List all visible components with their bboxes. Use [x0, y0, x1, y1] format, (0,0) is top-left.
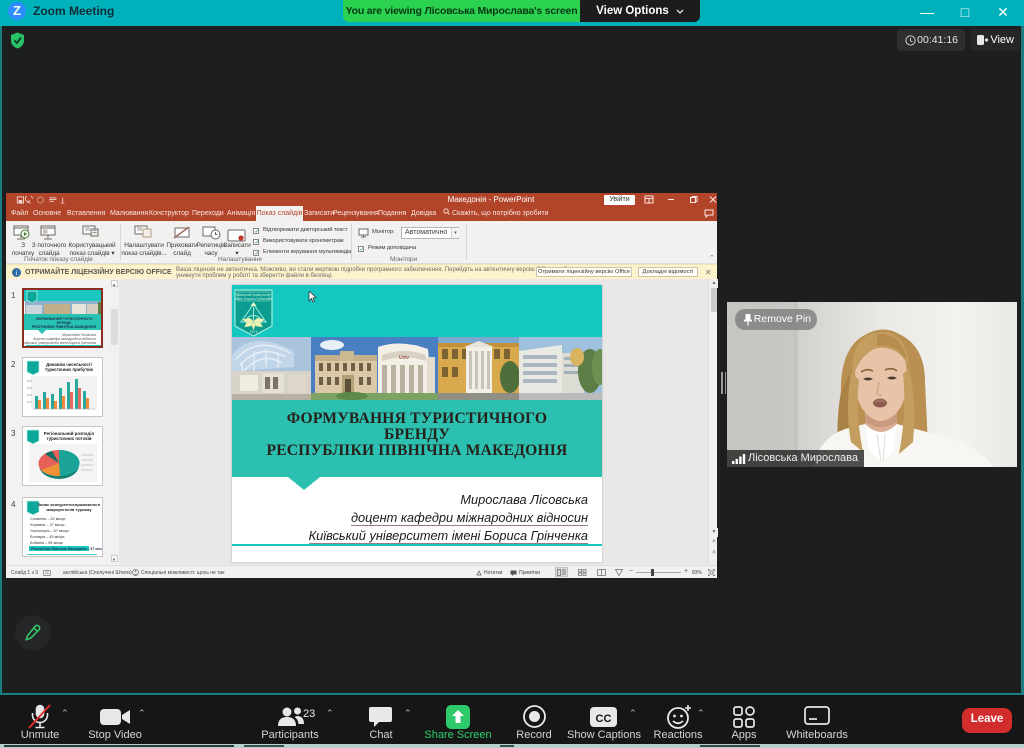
svg-text:2000: 2000 [27, 394, 33, 397]
svg-text:туристичних прибутків: туристичних прибутків [45, 367, 93, 372]
svg-text:CC: CC [596, 713, 612, 725]
svg-text:Київський університет імені Бо: Київський університет імені Бориса Грінч… [24, 341, 96, 345]
svg-text:макрорегіонів туризму: макрорегіонів туризму [46, 507, 92, 512]
svg-text:6000: 6000 [27, 380, 33, 383]
svg-text:4000: 4000 [27, 387, 33, 390]
svg-text:Республіка Північна Македонія: Республіка Північна Македонія – 57 місце [31, 547, 102, 551]
svg-text:1000: 1000 [27, 401, 33, 404]
svg-text:Чорногорія – 67 місце;: Чорногорія – 67 місце; [30, 529, 70, 533]
svg-text:імені Бориса Грінченка: імені Бориса Грінченка [235, 297, 271, 301]
svg-text:Хорватія – 27 місце;: Хорватія – 27 місце; [30, 523, 66, 527]
svg-text:Словенія – 24 місце;: Словенія – 24 місце; [30, 517, 66, 521]
svg-text:i: i [16, 269, 18, 277]
svg-text:Болгарія – 45 місце;: Болгарія – 45 місце; [30, 535, 65, 539]
svg-text:РЕСПУБЛІКИ ПІВНІЧНА МАКЕДОНІЯ: РЕСПУБЛІКИ ПІВНІЧНА МАКЕДОНІЯ [32, 325, 97, 329]
svg-text:Албанія – 98 місце: Албанія – 98 місце [30, 541, 63, 545]
svg-text:туристичних потоків: туристичних потоків [47, 436, 92, 441]
svg-text:1874: 1874 [250, 330, 258, 334]
svg-text:Univ: Univ [399, 355, 410, 361]
